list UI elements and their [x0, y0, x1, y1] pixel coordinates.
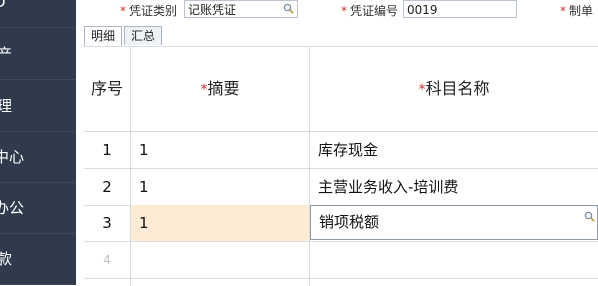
voucher-type-label: * 凭证类别	[120, 4, 178, 18]
required-mark: *	[120, 4, 126, 18]
sidebar-item-0[interactable]: D	[0, 0, 76, 28]
voucher-entry-grid: 序号 *摘要 *科目名称 1 1 库存现金 2 1 主营业务收入-培训费 3 1…	[84, 46, 598, 286]
header-account-name[interactable]: *科目名称	[310, 47, 598, 131]
account-value: 销项税额	[319, 213, 380, 231]
table-row[interactable]: 3 1 销项税额	[84, 205, 598, 242]
voucher-header-form: * 凭证类别 记账凭证 * 凭证编号 0019 * 制单	[76, 0, 598, 24]
sidebar-item-label: 借款	[0, 250, 13, 268]
sidebar-item-center[interactable]: 中心	[0, 132, 76, 183]
sidebar-item-office[interactable]: 办公	[0, 183, 76, 234]
account-cell[interactable]: 主营业务收入-培训费	[310, 169, 598, 205]
required-mark: *	[341, 4, 347, 18]
account-input[interactable]: 销项税额	[310, 205, 598, 240]
sidebar-item-loan[interactable]: 借款	[0, 234, 76, 285]
row-index: 4	[103, 253, 111, 267]
required-mark: *	[560, 4, 566, 18]
maker-label: * 制单	[560, 4, 594, 18]
column-divider	[130, 47, 131, 286]
sidebar-item-label: 中心	[0, 148, 25, 166]
magnifier-icon[interactable]	[283, 3, 294, 14]
sidebar-item-label: 管理	[0, 97, 13, 115]
sidebar-item-label: 办公	[0, 199, 25, 217]
account-cell[interactable]: 库存现金	[310, 132, 598, 168]
voucher-no-value: 0019	[407, 3, 438, 17]
header-index: 序号	[90, 79, 123, 98]
header-summary[interactable]: *摘要	[131, 47, 309, 131]
sidebar-item-assets[interactable]: 资产	[0, 29, 76, 80]
tab-detail[interactable]: 明细	[84, 26, 122, 46]
sidebar-nav: D 资产 管理 中心 办公 借款	[0, 0, 76, 285]
tab-summary[interactable]: 汇总	[124, 26, 162, 45]
column-divider	[309, 47, 310, 286]
main-panel: * 凭证类别 记账凭证 * 凭证编号 0019 * 制单 明细 汇总 序号 *摘要 *…	[76, 0, 598, 286]
summary-cell[interactable]: 1	[131, 132, 309, 168]
table-row[interactable]: 2 1 主营业务收入-培训费	[84, 169, 598, 206]
voucher-type-field[interactable]: 记账凭证	[184, 0, 298, 18]
voucher-no-label: * 凭证编号	[341, 4, 399, 18]
grid-header-row: 序号 *摘要 *科目名称	[84, 47, 598, 132]
sidebar-item-label: D	[0, 0, 6, 27]
row-index: 2	[102, 178, 112, 196]
table-row[interactable]: 1 1 库存现金	[84, 132, 598, 169]
sidebar-item-management[interactable]: 管理	[0, 81, 76, 132]
voucher-no-field[interactable]: 0019	[403, 0, 517, 18]
summary-cell-active[interactable]: 1	[131, 205, 309, 241]
table-row[interactable]: 4	[84, 242, 598, 279]
sidebar-item-label: 资产	[0, 45, 13, 63]
account-cell[interactable]	[310, 242, 598, 278]
magnifier-icon[interactable]	[584, 211, 595, 222]
voucher-type-value: 记账凭证	[188, 3, 237, 17]
summary-cell[interactable]: 1	[131, 169, 309, 205]
row-index: 1	[102, 141, 112, 159]
summary-cell[interactable]	[131, 242, 309, 278]
row-index: 3	[102, 214, 112, 232]
